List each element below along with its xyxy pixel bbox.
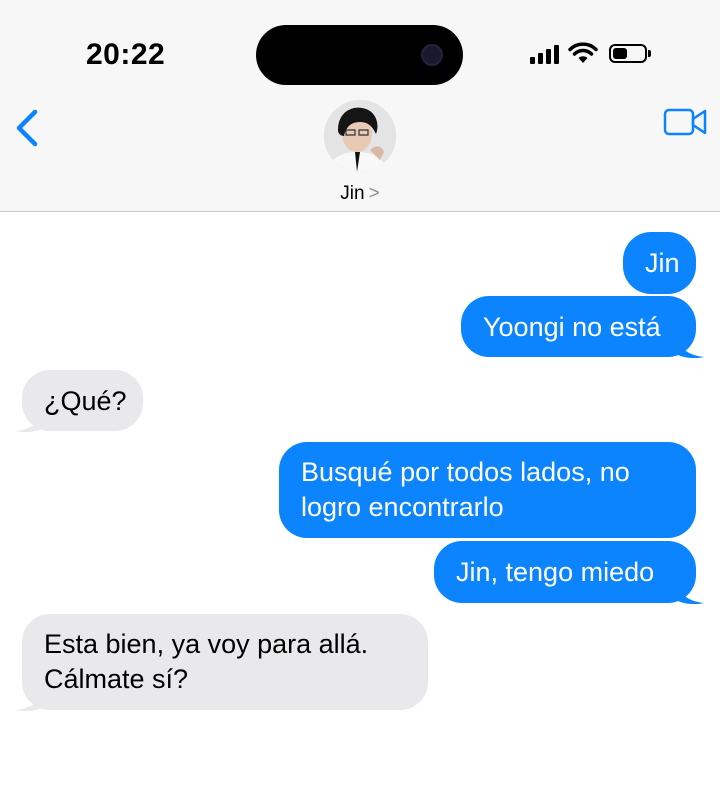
status-time: 20:22 — [86, 38, 166, 71]
message-bubble-incoming[interactable]: Esta bien, ya voy para allá. Cálmate sí? — [22, 614, 428, 710]
bubble-tail — [678, 337, 704, 359]
back-button[interactable] — [8, 104, 48, 152]
wifi-icon — [568, 42, 598, 63]
contact-avatar[interactable] — [324, 100, 396, 172]
conversation-header: 20:22 Jin > — [0, 0, 720, 212]
chevron-right-icon: > — [368, 183, 380, 204]
bubble-tail — [16, 411, 42, 433]
message-bubble-outgoing[interactable]: Yoongi no está — [461, 296, 696, 357]
contact-name: Jin — [340, 183, 365, 204]
bubble-tail — [16, 690, 42, 712]
message-bubble-outgoing[interactable]: Jin — [623, 232, 696, 294]
contact-name-button[interactable]: Jin > — [0, 183, 720, 205]
battery-icon — [609, 44, 647, 63]
dynamic-island — [256, 25, 463, 85]
facetime-video-button[interactable] — [662, 106, 710, 140]
camera-icon — [421, 44, 443, 66]
video-camera-icon — [663, 108, 707, 136]
chevron-left-icon — [16, 109, 38, 147]
message-bubble-outgoing[interactable]: Busqué por todos lados, no logro encontr… — [279, 442, 696, 538]
cellular-signal-icon — [530, 42, 560, 64]
message-bubble-outgoing[interactable]: Jin, tengo miedo — [434, 541, 696, 603]
bubble-tail — [678, 583, 704, 605]
